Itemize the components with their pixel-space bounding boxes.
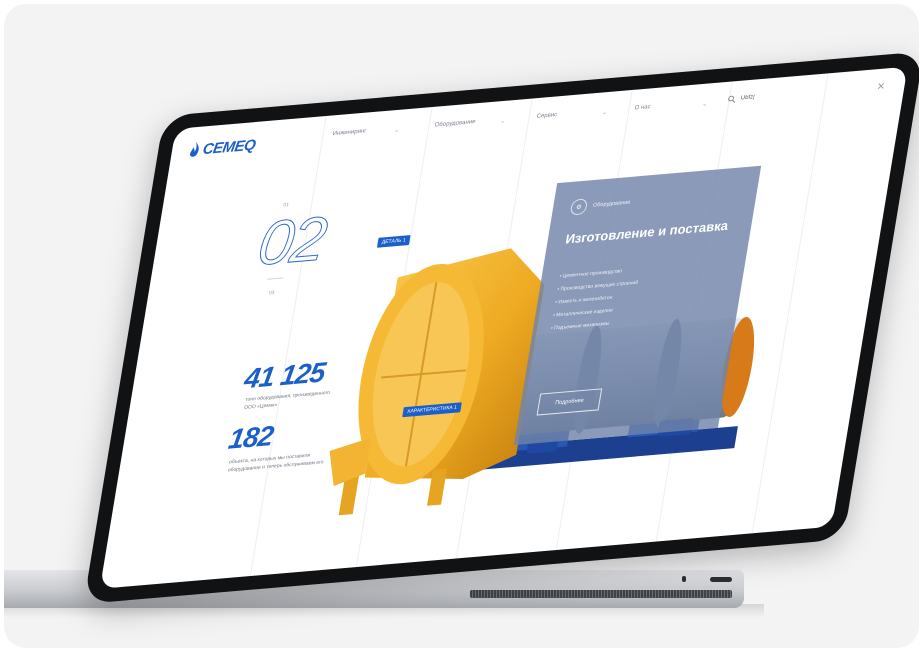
panel-list: Цементное производство Производство вяжу… (549, 267, 640, 339)
stat-objects-value: 182 (226, 420, 276, 455)
search-input[interactable] (739, 84, 832, 105)
panel-category: ⚙ Оборудование (569, 195, 632, 216)
close-icon[interactable]: ✕ (876, 81, 886, 93)
nav-item-service[interactable]: Сервис ⌄ (536, 110, 608, 120)
list-item[interactable]: Производство вяжущих строений (557, 280, 638, 293)
nav-item-engineering[interactable]: Инжиниринг ⌄ (332, 128, 400, 138)
hero-next-index: 03 (268, 289, 275, 297)
nav-item-label: Оборудование (434, 119, 476, 129)
nav-item-about[interactable]: О нас ⌄ (634, 101, 708, 112)
chevron-down-icon: ⌄ (601, 109, 608, 117)
panel-title: Изготовление и поставка (564, 217, 730, 247)
search-icon[interactable] (727, 95, 736, 104)
hero-slide-number: 02 (253, 204, 330, 280)
list-item[interactable]: Известь и железобетон (555, 293, 637, 306)
grid-line (249, 115, 327, 577)
site-header: CEMEQ Инжиниринг ⌄ Оборудование ⌄ Сервис… (168, 67, 908, 175)
chevron-down-icon: ⌄ (701, 101, 708, 108)
nav-item-label: Инжиниринг (332, 128, 367, 138)
stat-tonnage-value: 41 125 (242, 356, 328, 395)
more-button[interactable]: Подробнее (536, 388, 603, 416)
laptop-port (710, 577, 732, 582)
laptop-indicator (682, 576, 686, 582)
stat-objects-text: объекта, на которых мы поставили оборудо… (227, 452, 325, 473)
brand-logo[interactable]: CEMEQ (188, 136, 257, 160)
panel-category-label: Оборудование (592, 199, 631, 209)
nav-item-equipment[interactable]: Оборудование ⌄ (434, 119, 506, 129)
chevron-down-icon: ⌄ (499, 118, 506, 125)
hero-divider (267, 277, 284, 280)
flame-logo-icon (190, 141, 199, 157)
chevron-down-icon: ⌄ (393, 127, 400, 134)
laptop-lid: CEMEQ Инжиниринг ⌄ Оборудование ⌄ Сервис… (83, 51, 919, 604)
gear-icon: ⚙ (569, 198, 589, 216)
list-item[interactable]: Металлические изделия (553, 306, 635, 319)
showcase-card: CEMEQ Инжиниринг ⌄ Оборудование ⌄ Сервис… (4, 4, 919, 648)
nav-item-label: Сервис (536, 112, 558, 120)
list-item[interactable]: Подъемные механизмы (550, 319, 632, 332)
nav-item-label: О нас (634, 104, 652, 112)
laptop-screen: CEMEQ Инжиниринг ⌄ Оборудование ⌄ Сервис… (99, 66, 908, 589)
list-item[interactable]: Цементное производство (559, 267, 641, 280)
laptop-speaker-grille (470, 590, 732, 598)
brand-name: CEMEQ (201, 136, 257, 158)
